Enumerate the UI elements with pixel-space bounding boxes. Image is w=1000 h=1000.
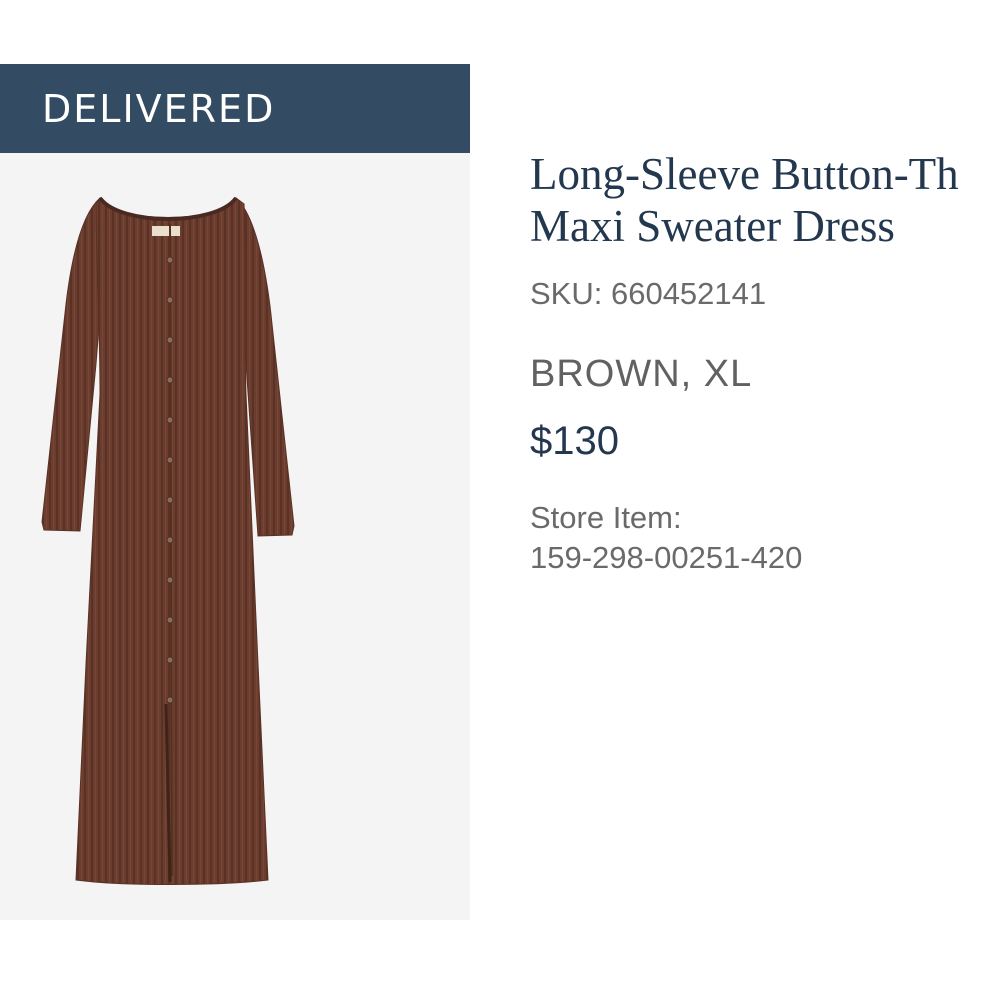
delivery-status-banner: DELIVERED: [0, 64, 470, 153]
dress-image: [41, 196, 295, 885]
store-item-label: Store Item:: [530, 500, 682, 535]
product-title-line-2: Maxi Sweater Dress: [530, 201, 895, 251]
product-title[interactable]: Long-Sleeve Button-Th Maxi Sweater Dress: [530, 148, 1000, 252]
product-price: $130: [530, 419, 619, 463]
product-title-line-1: Long-Sleeve Button-Th: [530, 149, 959, 199]
product-sku: SKU: 660452141: [530, 276, 767, 311]
store-item: Store Item: 159-298-00251-420: [530, 498, 1000, 578]
product-details: Long-Sleeve Button-Th Maxi Sweater Dress…: [530, 148, 1000, 578]
store-item-number: 159-298-00251-420: [530, 540, 803, 575]
product-variant: BROWN, XL: [530, 353, 753, 395]
status-label: DELIVERED: [42, 86, 276, 131]
product-image[interactable]: [0, 64, 470, 920]
